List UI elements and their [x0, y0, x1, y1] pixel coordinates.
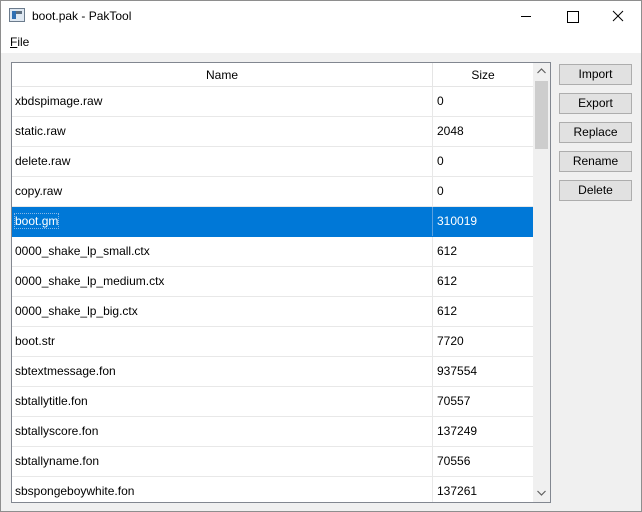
cell-name: sbtallyscore.fon	[12, 417, 433, 446]
cell-size: 310019	[437, 214, 478, 228]
close-button[interactable]	[595, 1, 641, 31]
cell-name: 0000_shake_lp_small.ctx	[12, 237, 433, 266]
table-row[interactable]: 0000_shake_lp_medium.ctx 612	[12, 267, 533, 297]
file-name-text: boot.gm	[13, 213, 60, 229]
cell-name: boot.gm	[12, 207, 433, 236]
table-row[interactable]: sbtallyname.fon 70556	[12, 447, 533, 477]
file-name-text: sbtallyscore.fon	[15, 424, 99, 438]
cell-size: 612	[437, 274, 458, 288]
chevron-down-icon	[537, 490, 546, 496]
file-name-text: boot.str	[15, 334, 56, 348]
cell-name: 0000_shake_lp_big.ctx	[12, 297, 433, 326]
cell-size: 937554	[437, 364, 478, 378]
table-row[interactable]: boot.gm 310019	[12, 207, 533, 237]
file-name-text: 0000_shake_lp_small.ctx	[15, 244, 150, 258]
cell-size: 70557	[437, 394, 471, 408]
cell-size: 137249	[437, 424, 478, 438]
scroll-thumb[interactable]	[535, 81, 548, 149]
chevron-up-icon	[537, 68, 546, 74]
replace-button[interactable]: Replace	[559, 122, 632, 143]
table-row[interactable]: sbtextmessage.fon 937554	[12, 357, 533, 387]
cell-name: 0000_shake_lp_medium.ctx	[12, 267, 433, 296]
cell-size: 0	[437, 94, 444, 108]
cell-name: sbtallyname.fon	[12, 447, 433, 476]
cell-name: boot.str	[12, 327, 433, 356]
cell-name: sbtallytitle.fon	[12, 387, 433, 416]
cell-size: 612	[437, 304, 458, 318]
table-row[interactable]: boot.str 7720	[12, 327, 533, 357]
cell-size: 137261	[437, 484, 478, 498]
cell-name: copy.raw	[12, 177, 433, 206]
file-name-text: copy.raw	[15, 184, 63, 198]
menu-bar: File	[1, 31, 641, 53]
scroll-down-button[interactable]	[533, 485, 550, 502]
rename-button[interactable]: Rename	[559, 151, 632, 172]
cell-name: sbtextmessage.fon	[12, 357, 433, 386]
title-bar[interactable]: boot.pak - PakTool	[1, 1, 641, 31]
import-button[interactable]: Import	[559, 64, 632, 85]
table-row[interactable]: copy.raw 0	[12, 177, 533, 207]
cell-name: static.raw	[12, 117, 433, 146]
file-name-text: static.raw	[15, 124, 66, 138]
window-title: boot.pak - PakTool	[32, 9, 132, 23]
export-button[interactable]: Export	[559, 93, 632, 114]
file-name-text: sbtallytitle.fon	[15, 394, 88, 408]
menu-file-label: ile	[17, 35, 30, 49]
app-icon	[9, 8, 25, 22]
file-table: Name Size xbdspimage.raw 0 static.raw 2048 d…	[11, 62, 551, 503]
table-row[interactable]: sbtallyscore.fon 137249	[12, 417, 533, 447]
file-name-text: xbdspimage.raw	[15, 94, 103, 108]
cell-name: sbspongeboywhite.fon	[12, 477, 433, 502]
cell-size: 0	[437, 154, 444, 168]
table-row[interactable]: xbdspimage.raw 0	[12, 87, 533, 117]
maximize-button[interactable]	[549, 1, 595, 31]
table-header: Name Size	[12, 63, 533, 87]
app-window: boot.pak - PakTool File Name Size xbdspi…	[0, 0, 642, 512]
column-header-size[interactable]: Size	[433, 63, 533, 87]
menu-file[interactable]: File	[10, 35, 29, 49]
cell-size: 70556	[437, 454, 471, 468]
scroll-up-button[interactable]	[533, 63, 550, 80]
cell-size: 0	[437, 184, 444, 198]
cell-size: 7720	[437, 334, 464, 348]
file-name-text: sbtallyname.fon	[15, 454, 100, 468]
table-row[interactable]: sbtallytitle.fon 70557	[12, 387, 533, 417]
close-icon	[612, 10, 624, 22]
table-row[interactable]: 0000_shake_lp_small.ctx 612	[12, 237, 533, 267]
cell-name: delete.raw	[12, 147, 433, 176]
table-row[interactable]: 0000_shake_lp_big.ctx 612	[12, 297, 533, 327]
file-name-text: 0000_shake_lp_medium.ctx	[15, 274, 165, 288]
file-name-text: delete.raw	[15, 154, 71, 168]
cell-size: 612	[437, 244, 458, 258]
minimize-button[interactable]	[503, 1, 549, 31]
file-name-text: 0000_shake_lp_big.ctx	[15, 304, 138, 318]
table-row[interactable]: sbspongeboywhite.fon 137261	[12, 477, 533, 502]
table-row[interactable]: static.raw 2048	[12, 117, 533, 147]
vertical-scrollbar[interactable]	[533, 63, 550, 502]
column-header-name[interactable]: Name	[12, 63, 433, 87]
delete-button[interactable]: Delete	[559, 180, 632, 201]
table-row[interactable]: delete.raw 0	[12, 147, 533, 177]
cell-name: xbdspimage.raw	[12, 87, 433, 116]
file-name-text: sbtextmessage.fon	[15, 364, 116, 378]
cell-size: 2048	[437, 124, 464, 138]
table-body: xbdspimage.raw 0 static.raw 2048 delete.raw 0…	[12, 87, 533, 502]
file-name-text: sbspongeboywhite.fon	[15, 484, 135, 498]
